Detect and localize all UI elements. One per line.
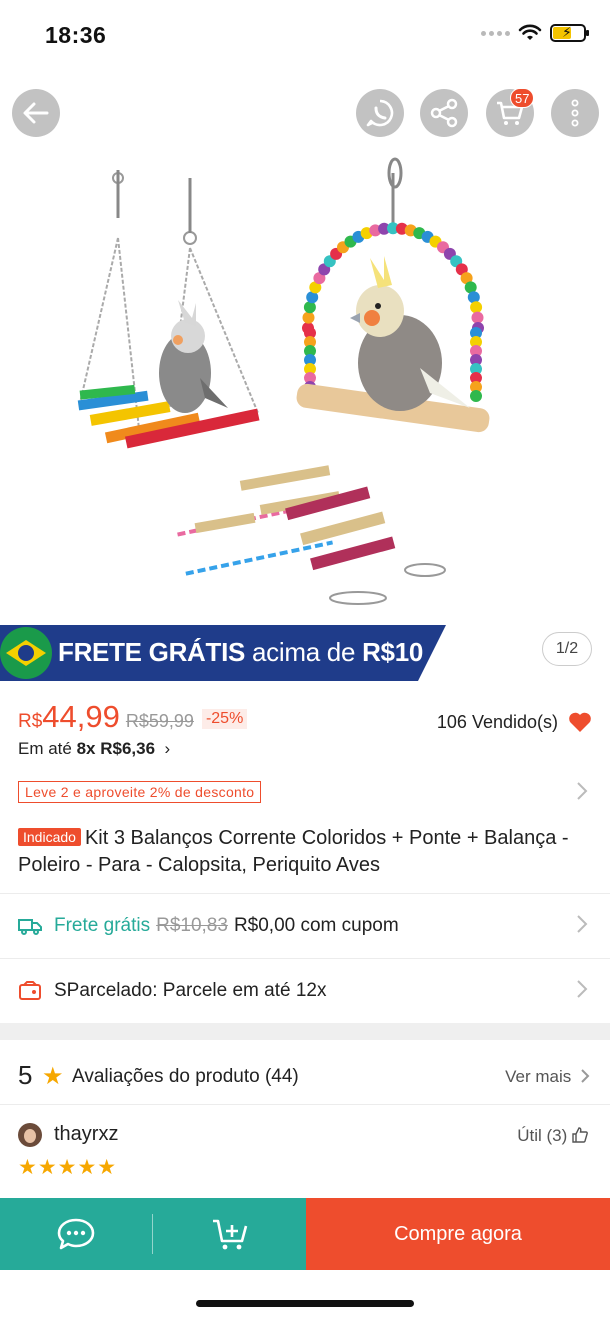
bundle-discount-tag[interactable]: Leve 2 e aproveite 2% de desconto <box>18 781 262 803</box>
share-icon <box>430 98 458 128</box>
product-image <box>77 157 490 605</box>
shipping-row[interactable]: Frete grátis R$10,83 R$0,00 com cupom <box>0 893 610 958</box>
price-currency: R$ <box>18 711 43 732</box>
wifi-icon <box>518 24 542 40</box>
product-title: Indicado Kit 3 Balanços Corrente Colorido… <box>18 827 569 876</box>
cart-plus-icon <box>212 1219 247 1250</box>
share-button[interactable] <box>420 89 468 137</box>
installments-label: SParcelado: Parcele em até 12x <box>54 980 327 1001</box>
shipping-new-price: R$0,00 com cupom <box>233 915 399 936</box>
bottom-action-bar: Compre agora <box>0 1198 610 1270</box>
chevron-right-icon[interactable] <box>576 781 588 807</box>
buy-now-button[interactable]: Compre agora <box>306 1198 610 1270</box>
whatsapp-share-button[interactable] <box>356 89 404 137</box>
price-section: R$ 44,99 R$59,99 -25% 106 Vendido(s) Em … <box>0 681 610 893</box>
promo-text: FRETE GRÁTIS acima de R$10 <box>58 637 424 667</box>
heart-icon[interactable] <box>568 711 592 733</box>
status-bar: 18:36 ⚡ <box>0 0 610 78</box>
arrow-left-icon <box>23 102 49 124</box>
product-image-gallery[interactable]: 57 <box>0 78 610 625</box>
chevron-right-icon: › <box>164 739 171 758</box>
home-indicator[interactable] <box>196 1300 414 1307</box>
installment-info[interactable]: Em até 8x R$6,36 › <box>18 739 170 759</box>
image-page-indicator: 1/2 <box>542 632 592 666</box>
helpful-button[interactable]: Útil (3) <box>517 1126 588 1146</box>
rating-value: 5 <box>18 1060 33 1090</box>
status-icons: ⚡ <box>481 24 589 42</box>
chat-button[interactable] <box>0 1198 152 1270</box>
status-time: 18:36 <box>45 22 107 48</box>
review-item: thayrxz Útil (3) ★★★★★ <box>0 1105 610 1200</box>
original-price: R$59,99 <box>125 711 194 731</box>
back-button[interactable] <box>12 89 60 137</box>
review-stars: ★★★★★ <box>18 1156 118 1179</box>
cart-count-badge: 57 <box>510 88 535 108</box>
reviews-header[interactable]: 5 ★ Avaliações do produto (44) Ver mais <box>0 1040 610 1105</box>
installment-card-icon <box>18 979 42 1003</box>
more-options-button[interactable] <box>551 89 599 137</box>
chat-icon <box>57 1218 95 1250</box>
free-shipping-label: Frete grátis <box>54 915 151 936</box>
chevron-right-icon <box>581 1069 590 1083</box>
chevron-right-icon <box>576 914 588 940</box>
truck-icon <box>18 914 42 938</box>
signal-icon <box>481 30 510 36</box>
more-vertical-icon <box>571 99 579 127</box>
see-more-link[interactable]: Ver mais <box>505 1067 590 1087</box>
shipping-old-price: R$10,83 <box>156 915 228 936</box>
sold-info: 106 Vendido(s) <box>437 711 592 733</box>
sold-count: 106 Vendido(s) <box>436 711 558 732</box>
section-divider <box>0 1023 610 1040</box>
current-price: 44,99 <box>42 699 120 734</box>
reviewer-name: thayrxz <box>54 1123 119 1145</box>
battery-icon: ⚡ <box>550 24 589 42</box>
recommended-badge: Indicado <box>18 828 81 846</box>
reviews-title: Avaliações do produto (44) <box>72 1066 299 1087</box>
avatar <box>18 1123 42 1147</box>
star-icon: ★ <box>42 1063 64 1090</box>
chevron-right-icon <box>576 979 588 1005</box>
discount-badge: -25% <box>201 709 248 729</box>
installments-row[interactable]: SParcelado: Parcele em até 12x <box>0 958 610 1023</box>
button-divider <box>152 1198 153 1270</box>
whatsapp-icon <box>366 99 394 127</box>
add-to-cart-button[interactable] <box>153 1198 306 1270</box>
home-indicator-area <box>0 1270 610 1319</box>
price-row: R$ 44,99 R$59,99 -25% <box>18 699 248 735</box>
thumbs-up-icon <box>572 1127 588 1143</box>
